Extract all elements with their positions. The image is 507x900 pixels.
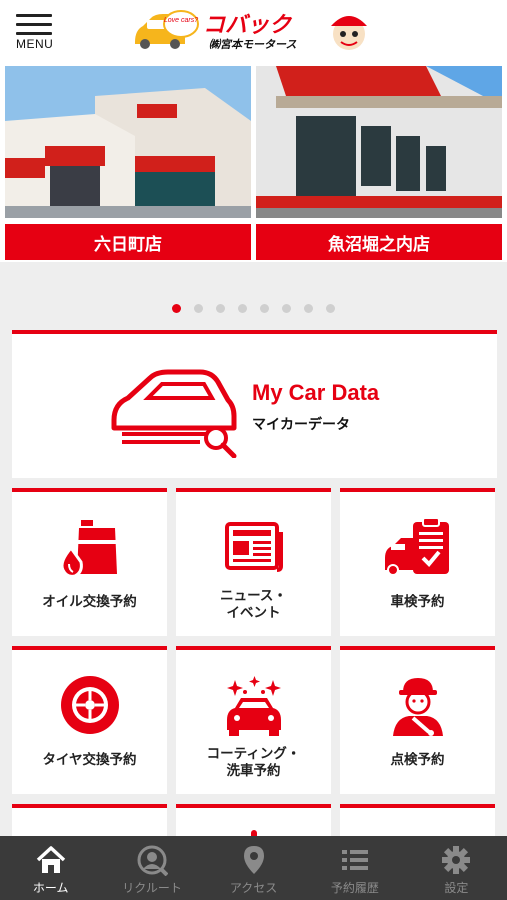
carousel-indicator: [0, 300, 507, 316]
menu-button[interactable]: MENU: [14, 10, 58, 54]
carousel-dot[interactable]: [304, 304, 313, 313]
coating-wash-reservation-button[interactable]: コーティング・ 洗車予約: [176, 646, 331, 794]
tab-settings[interactable]: 設定: [406, 836, 507, 900]
logo-tagline: Love cars?: [164, 17, 198, 24]
logo-brand: コバック: [203, 13, 293, 38]
tile-label: タイヤ交換予約: [42, 752, 137, 768]
tire-icon: [60, 676, 119, 734]
news-icon: [224, 522, 283, 572]
home-icon: [36, 846, 65, 873]
store-photo: [256, 66, 502, 218]
location-icon: [243, 846, 264, 874]
recruit-icon: [137, 845, 169, 876]
tile-label: オイル交換予約: [42, 594, 137, 610]
vehicle-inspection-reservation-button[interactable]: 車検予約: [340, 488, 495, 636]
gear-icon: [442, 846, 471, 874]
store-name: 魚沼堀之内店: [256, 224, 502, 260]
tile-label: 点検予約: [390, 752, 445, 768]
hamburger-icon-bar: [16, 23, 52, 26]
tile-label: ニュース・ イベント: [176, 588, 331, 622]
carousel-dot[interactable]: [238, 304, 247, 313]
oil-icon: [60, 520, 117, 578]
app-header: MENU Love cars? コバック ㈱宮本モータース: [0, 0, 507, 62]
store-carousel[interactable]: 六日町店 魚沼堀之内店: [0, 62, 507, 262]
list-icon: [341, 850, 368, 870]
menu-label: MENU: [16, 37, 54, 51]
tab-label: ホーム: [32, 881, 69, 895]
coating-icon: [226, 676, 281, 736]
hamburger-icon: [16, 14, 52, 17]
mechanic-icon: [392, 678, 443, 736]
carousel-dot[interactable]: [260, 304, 269, 313]
hamburger-icon-bar: [16, 32, 52, 35]
inspection-icon: [384, 517, 449, 576]
carousel-dot[interactable]: [216, 304, 225, 313]
carousel-dot-active[interactable]: [172, 304, 181, 313]
tile-label-line2: イベント: [226, 605, 281, 621]
tab-home[interactable]: ホーム: [0, 836, 101, 900]
tab-label: リクルート: [122, 881, 182, 895]
tab-label: アクセス: [229, 881, 278, 895]
my-car-data-button[interactable]: My Car Data マイカーデータ: [12, 330, 497, 478]
my-car-data-title: My Car Data: [252, 380, 380, 405]
store-name: 六日町店: [5, 224, 251, 260]
bottom-tab-bar: ホーム リクルート アクセス 予約履歴 設定: [0, 836, 507, 900]
tile-label-line2: 洗車予約: [226, 763, 281, 779]
tab-recruit[interactable]: リクルート: [101, 836, 202, 900]
store-card-horinouchi[interactable]: 魚沼堀之内店: [256, 66, 502, 260]
news-events-button[interactable]: ニュース・ イベント: [176, 488, 331, 636]
tab-label: 設定: [444, 881, 469, 895]
tile-label: 車検予約: [390, 594, 445, 610]
carousel-dot[interactable]: [282, 304, 291, 313]
tile-label: コーティング・ 洗車予約: [176, 746, 331, 780]
maintenance-check-reservation-button[interactable]: 点検予約: [340, 646, 495, 794]
my-car-data-subtitle: マイカーデータ: [252, 417, 350, 433]
brand-logo: Love cars? コバック ㈱宮本モータース: [135, 10, 367, 51]
oil-change-reservation-button[interactable]: オイル交換予約: [12, 488, 167, 636]
tire-change-reservation-button[interactable]: タイヤ交換予約: [12, 646, 167, 794]
store-photo: [5, 66, 251, 218]
carousel-dot[interactable]: [194, 304, 203, 313]
tile-label-line1: コーティング・: [206, 746, 301, 762]
logo-company: ㈱宮本モータース: [209, 38, 296, 51]
tab-access[interactable]: アクセス: [203, 836, 304, 900]
tab-reservation-history[interactable]: 予約履歴: [304, 836, 405, 900]
carousel-dot[interactable]: [326, 304, 335, 313]
tab-label: 予約履歴: [330, 881, 379, 895]
store-card-muikamachi[interactable]: 六日町店: [5, 66, 251, 260]
car-search-icon: [111, 369, 237, 458]
tile-label-line1: ニュース・: [220, 588, 287, 604]
